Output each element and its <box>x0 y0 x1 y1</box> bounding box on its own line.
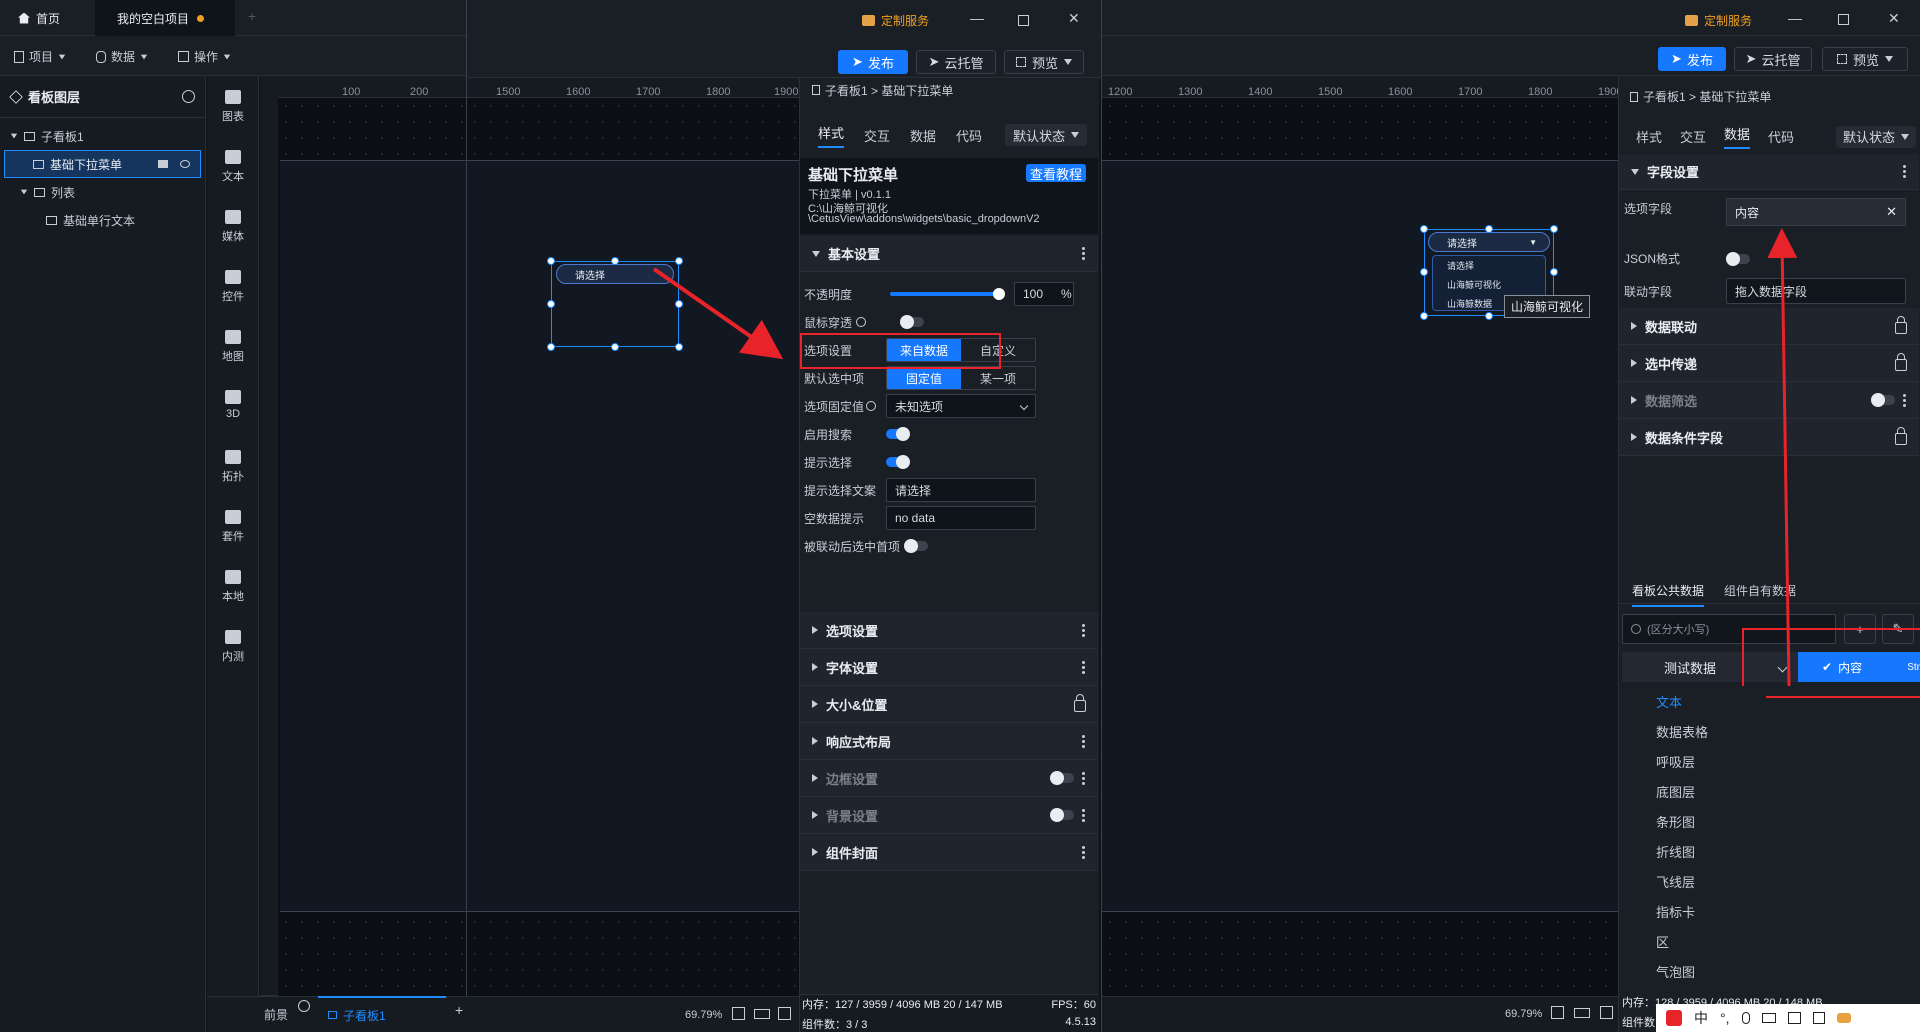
arrow-to-option-field <box>1767 228 1798 687</box>
arrow-to-option-set <box>652 267 784 360</box>
annotation-arrows <box>652 228 1798 687</box>
